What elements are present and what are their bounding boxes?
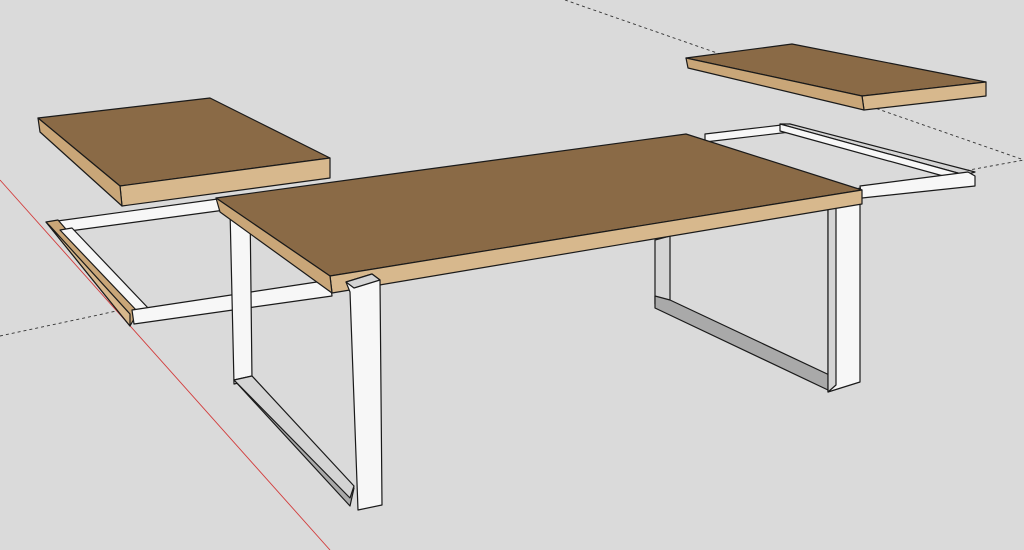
front-leg-bottom-bar-top bbox=[233, 375, 355, 499]
modeling-viewport[interactable] bbox=[0, 0, 1024, 550]
left-rail-side-bar bbox=[59, 227, 151, 313]
back-leg-post-side bbox=[827, 195, 837, 393]
model-scene[interactable] bbox=[0, 0, 1024, 550]
left-rail-end-face bbox=[45, 221, 131, 327]
front-leg-front-post bbox=[345, 273, 383, 511]
front-left-leg[interactable] bbox=[233, 273, 383, 511]
right-rail-back-bar bbox=[704, 123, 791, 143]
back-leg-bottom-bar bbox=[654, 295, 841, 391]
right-rail-front-bar bbox=[859, 171, 976, 199]
back-leg-rear-post bbox=[654, 235, 671, 305]
right-extension-leaf[interactable] bbox=[685, 43, 987, 111]
